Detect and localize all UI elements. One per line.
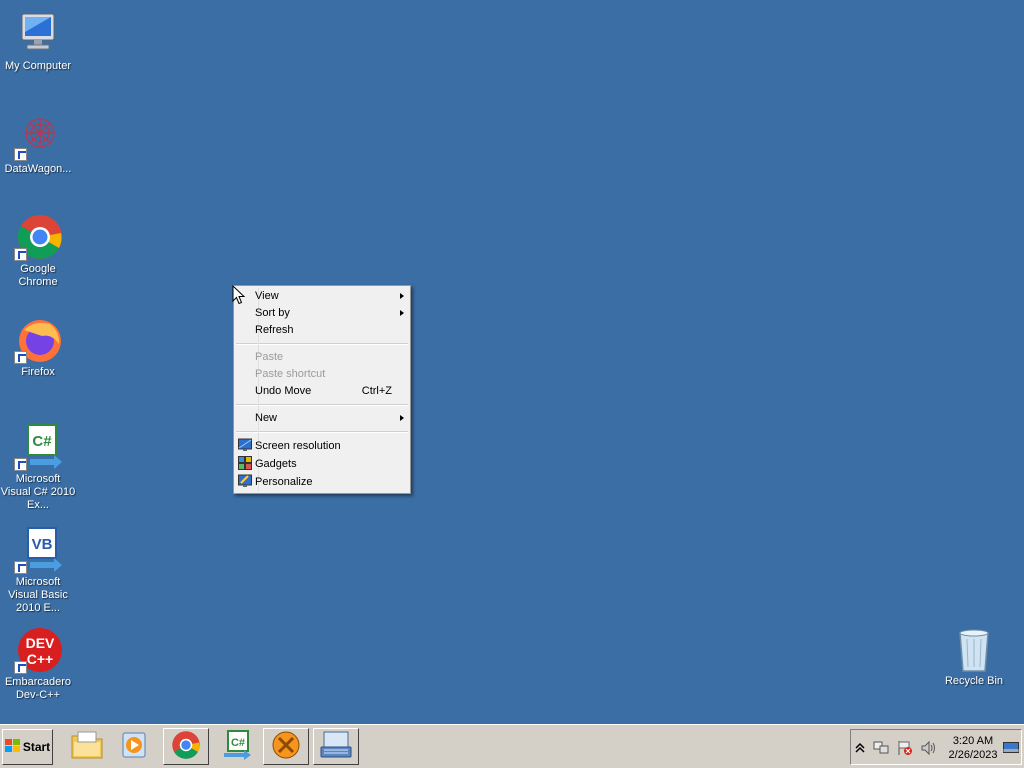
desktop-icon-google-chrome[interactable]: Google Chrome bbox=[0, 213, 76, 289]
icon-label: Microsoft Visual Basic 2010 E... bbox=[8, 576, 68, 614]
chrome-icon bbox=[14, 213, 62, 261]
submenu-arrow-icon bbox=[400, 415, 404, 421]
app-circle-icon bbox=[271, 730, 301, 763]
desktop[interactable]: My Computer DataWagon... Google Chrome F… bbox=[0, 0, 1024, 724]
icon-label: DataWagon... bbox=[4, 163, 72, 175]
recycle-bin-icon bbox=[950, 625, 998, 673]
menu-item-label: Undo Move bbox=[255, 385, 312, 397]
shortcut-arrow-icon bbox=[14, 561, 27, 574]
visual-csharp-icon: C# bbox=[220, 730, 252, 763]
svg-text:DEV: DEV bbox=[26, 635, 55, 651]
chrome-icon bbox=[171, 730, 201, 763]
visual-basic-icon: VB bbox=[14, 526, 62, 574]
shortcut-arrow-icon bbox=[14, 148, 27, 161]
taskbar-app-button[interactable] bbox=[263, 728, 309, 765]
folder-icon bbox=[70, 730, 104, 763]
personalize-icon bbox=[238, 474, 252, 488]
show-desktop-icon[interactable] bbox=[1003, 742, 1019, 758]
menu-item-label: Personalize bbox=[255, 476, 313, 488]
volume-icon[interactable] bbox=[921, 740, 937, 756]
gadgets-icon bbox=[238, 456, 252, 470]
menu-item-shortcut: Ctrl+Z bbox=[361, 385, 392, 397]
desktop-icon-firefox[interactable]: Firefox bbox=[0, 316, 76, 379]
menu-item-label: Refresh bbox=[255, 324, 294, 336]
svg-text:VB: VB bbox=[32, 536, 53, 553]
system-tray: 3:20 AM 2/26/2023 bbox=[850, 729, 1022, 765]
dev-cpp-icon: DEV C++ bbox=[14, 626, 62, 674]
shortcut-arrow-icon bbox=[14, 458, 27, 471]
desktop-context-menu: View Sort by Refresh Paste Paste shortcu… bbox=[233, 285, 411, 494]
start-button[interactable]: Start bbox=[2, 729, 53, 765]
menu-item-paste: Paste bbox=[234, 349, 410, 366]
datawagon-icon bbox=[14, 113, 62, 161]
menu-item-undo-move[interactable]: Undo Move Ctrl+Z bbox=[234, 383, 410, 400]
menu-item-label: Paste shortcut bbox=[255, 368, 326, 380]
menu-item-label: New bbox=[255, 412, 278, 424]
svg-text:C++: C++ bbox=[27, 651, 53, 667]
taskbar-keyboard-button[interactable] bbox=[313, 728, 359, 765]
taskbar-chrome-button[interactable] bbox=[163, 728, 209, 765]
desktop-icon-dev-cpp[interactable]: DEV C++ Embarcadero Dev-C++ bbox=[0, 626, 76, 702]
menu-separator bbox=[236, 431, 408, 433]
windows-logo-icon bbox=[4, 738, 21, 756]
menu-item-label: View bbox=[255, 290, 279, 302]
clock-date: 2/26/2023 bbox=[948, 749, 998, 761]
taskbar: Start C# 3:20 AM 2/26/2023 bbox=[0, 724, 1024, 768]
menu-item-personalize[interactable]: Personalize bbox=[234, 473, 410, 491]
shortcut-arrow-icon bbox=[14, 661, 27, 674]
menu-separator bbox=[236, 343, 408, 345]
shortcut-arrow-icon bbox=[14, 351, 27, 364]
submenu-arrow-icon bbox=[400, 310, 404, 316]
menu-item-new[interactable]: New bbox=[234, 410, 410, 427]
desktop-icon-my-computer[interactable]: My Computer bbox=[0, 10, 76, 73]
network-icon[interactable] bbox=[873, 740, 889, 756]
menu-item-refresh[interactable]: Refresh bbox=[234, 322, 410, 339]
clock-time: 3:20 AM bbox=[952, 735, 994, 747]
icon-label: Microsoft Visual C# 2010 Ex... bbox=[0, 473, 76, 511]
mouse-cursor-icon bbox=[232, 284, 246, 305]
menu-item-gadgets[interactable]: Gadgets bbox=[234, 455, 410, 473]
action-center-flag-icon[interactable] bbox=[897, 740, 913, 756]
icon-label: Embarcadero Dev-C++ bbox=[4, 676, 72, 701]
desktop-icon-visual-csharp[interactable]: C# Microsoft Visual C# 2010 Ex... bbox=[0, 423, 76, 512]
my-computer-icon bbox=[14, 10, 62, 58]
icon-label: Google Chrome bbox=[18, 263, 58, 288]
menu-item-label: Sort by bbox=[255, 307, 290, 319]
svg-text:C#: C# bbox=[231, 737, 245, 749]
menu-item-screen-resolution[interactable]: Screen resolution bbox=[234, 437, 410, 455]
menu-item-label: Screen resolution bbox=[255, 440, 341, 452]
submenu-arrow-icon bbox=[400, 293, 404, 299]
menu-separator bbox=[236, 404, 408, 406]
icon-label: Firefox bbox=[21, 366, 55, 378]
visual-csharp-icon: C# bbox=[14, 423, 62, 471]
taskbar-media-player-button[interactable] bbox=[112, 728, 158, 765]
desktop-icon-recycle-bin[interactable]: Recycle Bin bbox=[936, 625, 1012, 688]
keyboard-icon bbox=[320, 730, 352, 763]
shortcut-arrow-icon bbox=[14, 248, 27, 261]
desktop-icon-datawagon[interactable]: DataWagon... bbox=[0, 113, 76, 176]
media-player-icon bbox=[120, 730, 150, 763]
start-label: Start bbox=[22, 740, 51, 754]
menu-item-view[interactable]: View bbox=[234, 288, 410, 305]
show-hidden-icons-icon[interactable] bbox=[855, 740, 871, 756]
menu-item-label: Gadgets bbox=[255, 458, 297, 470]
icon-label: Recycle Bin bbox=[944, 675, 1004, 687]
taskbar-explorer-button[interactable] bbox=[64, 728, 110, 765]
screen-resolution-icon bbox=[238, 438, 252, 452]
taskbar-visual-csharp-button[interactable]: C# bbox=[213, 728, 259, 765]
icon-label: My Computer bbox=[4, 60, 72, 72]
taskbar-clock[interactable]: 3:20 AM 2/26/2023 bbox=[945, 734, 1001, 762]
desktop-icon-visual-basic[interactable]: VB Microsoft Visual Basic 2010 E... bbox=[0, 526, 76, 615]
menu-item-paste-shortcut: Paste shortcut bbox=[234, 366, 410, 383]
firefox-icon bbox=[14, 316, 62, 364]
menu-item-sort-by[interactable]: Sort by bbox=[234, 305, 410, 322]
svg-text:C#: C# bbox=[32, 433, 52, 450]
menu-item-label: Paste bbox=[255, 351, 284, 363]
